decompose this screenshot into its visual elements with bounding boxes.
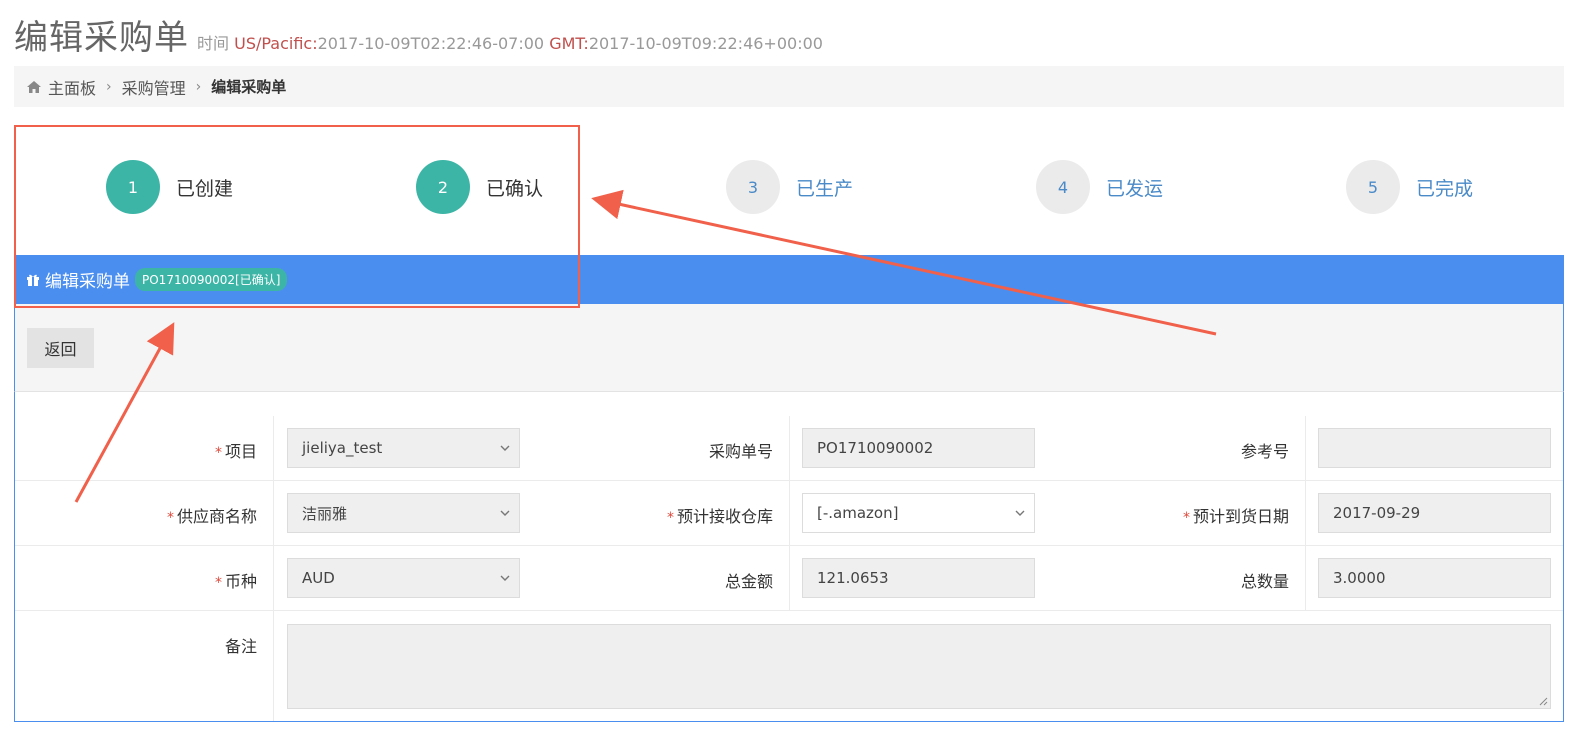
form-row: * 币种 AUD 总金额 121.0653 总数量 3.0000 — [15, 546, 1563, 611]
warehouse-select[interactable]: [-.amazon] — [802, 493, 1035, 533]
total-qty-field[interactable]: 3.0000 — [1318, 558, 1551, 598]
breadcrumb-current: 编辑采购单 — [211, 78, 287, 96]
currency-label: * 币种 — [214, 572, 257, 591]
back-button[interactable]: 返回 — [27, 328, 94, 368]
form-row: * 项目 jieliya_test 采购单号 PO1710090002 参考号 — [15, 416, 1563, 481]
gift-icon — [27, 274, 39, 286]
breadcrumb: 主面板 › 采购管理 › 编辑采购单 — [14, 66, 1564, 107]
tz2-value: 2017-10-09T09:22:46+00:00 — [588, 34, 823, 53]
step-confirmed: 2 已确认 — [416, 160, 543, 214]
project-label: * 项目 — [214, 442, 257, 461]
breadcrumb-purchase-link[interactable]: 采购管理 — [122, 75, 186, 99]
arrival-date-label: * 预计到货日期 — [1182, 507, 1289, 526]
page-header: 编辑采购单 时间 US/Pacific:2017-10-09T02:22:46-… — [14, 10, 823, 58]
step-label: 已确认 — [486, 177, 544, 200]
po-number-label: 采购单号 — [708, 442, 773, 461]
toolbar: 返回 — [14, 304, 1564, 392]
remark-label: 备注 — [224, 637, 257, 656]
supplier-select[interactable]: 洁丽雅 — [287, 493, 520, 533]
step-created: 1 已创建 — [106, 160, 233, 214]
form-row: * 供应商名称 洁丽雅 * 预计接收仓库 [-.amazon] * 预计到货日期 20… — [15, 481, 1563, 546]
page-title: 编辑采购单 — [14, 18, 189, 58]
step-completed: 5 已完成 — [1346, 160, 1473, 214]
po-number-field[interactable]: PO1710090002 — [802, 428, 1035, 468]
chevron-down-icon — [500, 510, 510, 516]
purchase-order-form: * 项目 jieliya_test 采购单号 PO1710090002 参考号 *… — [14, 392, 1564, 722]
chevron-down-icon — [1015, 510, 1025, 516]
chevron-down-icon — [500, 575, 510, 581]
step-shipped: 4 已发运 — [1036, 160, 1163, 214]
chevron-right-icon: › — [106, 78, 112, 95]
form-row: 备注 — [15, 611, 1563, 721]
arrival-date-field[interactable]: 2017-09-29 — [1318, 493, 1551, 533]
total-amount-field[interactable]: 121.0653 — [802, 558, 1035, 598]
panel-title: 编辑采购单 — [45, 272, 130, 292]
reference-field[interactable] — [1318, 428, 1551, 468]
time-info: 时间 US/Pacific:2017-10-09T02:22:46-07:00 … — [197, 30, 823, 54]
remark-textarea[interactable] — [287, 624, 1551, 709]
step-label: 已发运 — [1106, 177, 1164, 200]
tz1-label: US/Pacific: — [234, 34, 318, 53]
chevron-right-icon: › — [195, 78, 202, 95]
breadcrumb-home-link[interactable]: 主面板 — [48, 75, 96, 99]
tz1-value: 2017-10-09T02:22:46-07:00 — [317, 34, 545, 53]
currency-select[interactable]: AUD — [287, 558, 520, 598]
supplier-label: * 供应商名称 — [166, 507, 257, 526]
step-number: 2 — [416, 160, 470, 214]
progress-steps: 1 已创建 2 已确认 3 已生产 4 已发运 5 已完成 — [14, 130, 1564, 246]
step-label: 已完成 — [1416, 177, 1474, 200]
step-number: 4 — [1036, 160, 1090, 214]
step-label: 已创建 — [176, 177, 234, 200]
step-produced: 3 已生产 — [726, 160, 853, 214]
home-icon — [27, 80, 41, 93]
project-select[interactable]: jieliya_test — [287, 428, 520, 468]
total-qty-label: 总数量 — [1240, 572, 1289, 591]
resize-handle-icon[interactable] — [1538, 696, 1548, 706]
warehouse-label: * 预计接收仓库 — [666, 507, 773, 526]
step-number: 1 — [106, 160, 160, 214]
status-badge: PO1710090002[已确认] — [135, 268, 288, 291]
step-number: 3 — [726, 160, 780, 214]
reference-label: 参考号 — [1240, 442, 1289, 461]
tz2-label: GMT: — [549, 34, 589, 53]
step-number: 5 — [1346, 160, 1400, 214]
time-prefix: 时间 — [197, 34, 230, 53]
total-amount-label: 总金额 — [724, 572, 773, 591]
chevron-down-icon — [500, 445, 510, 451]
step-label: 已生产 — [796, 177, 854, 200]
panel-heading: 编辑采购单 PO1710090002[已确认] — [14, 255, 1564, 304]
